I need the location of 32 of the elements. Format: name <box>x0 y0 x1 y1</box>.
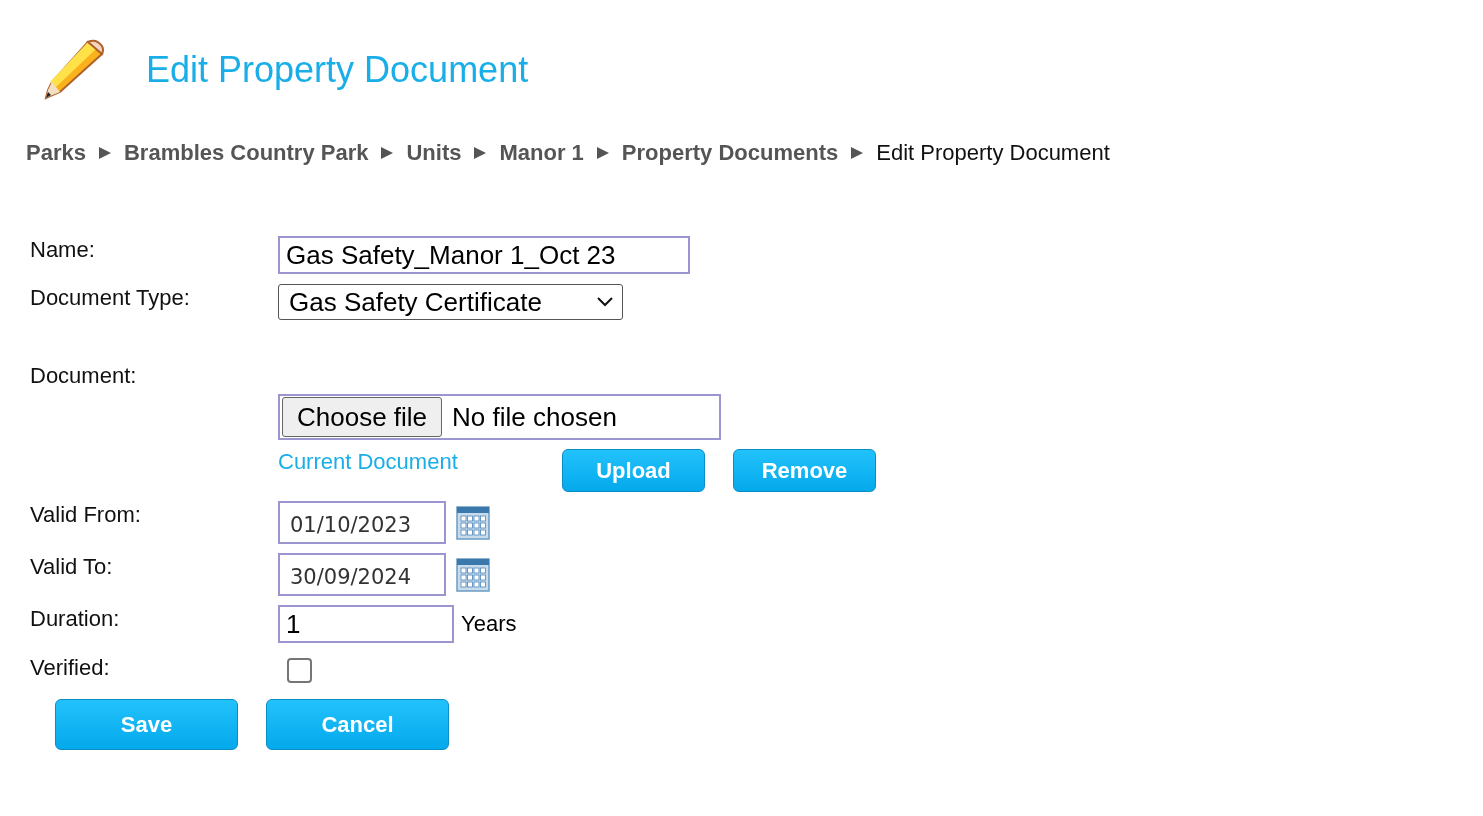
file-status: No file chosen <box>452 401 617 433</box>
calendar-icon[interactable] <box>456 505 490 540</box>
separator-arrow-icon <box>595 146 610 160</box>
separator-arrow-icon <box>850 146 865 160</box>
breadcrumb-link[interactable]: Manor 1 <box>499 140 584 166</box>
field-label: Name: <box>30 236 95 263</box>
breadcrumb-link[interactable]: Brambles Country Park <box>123 140 369 166</box>
duration-field[interactable]: 1 <box>278 605 454 643</box>
verified-checkbox[interactable] <box>287 658 312 683</box>
breadcrumb-current: Edit Property Document <box>876 140 1110 166</box>
field-label: Valid To: <box>30 553 113 580</box>
calendar-icon[interactable] <box>456 557 490 592</box>
name-field[interactable]: Gas Safety_Manor 1_Oct 23 <box>278 236 690 274</box>
field-label: Valid From: <box>30 501 141 528</box>
field-label: Verified: <box>30 654 110 681</box>
unit-label: Years <box>461 611 517 637</box>
chevron-down-icon <box>596 296 614 308</box>
field-label: Duration: <box>30 605 120 632</box>
date-field[interactable]: 01/10/2023 <box>278 501 446 544</box>
separator-arrow-icon <box>473 146 488 160</box>
separator-arrow-icon <box>380 146 395 160</box>
field-label: Document: <box>30 362 137 389</box>
document-type-dropdown[interactable]: Gas Safety Certificate <box>278 284 623 320</box>
choose-file-button[interactable]: Choose file <box>282 397 443 437</box>
breadcrumb-link[interactable]: Property Documents <box>621 140 839 166</box>
date-field[interactable]: 30/09/2024 <box>278 553 446 596</box>
field-label: Document Type: <box>30 284 190 311</box>
page-title: Edit Property Document <box>146 49 529 91</box>
breadcrumb-link[interactable]: Units <box>406 140 462 166</box>
separator-arrow-icon <box>97 146 112 160</box>
breadcrumb-link[interactable]: Parks <box>26 140 86 166</box>
file-input[interactable]: Choose file No file chosen <box>278 394 721 440</box>
